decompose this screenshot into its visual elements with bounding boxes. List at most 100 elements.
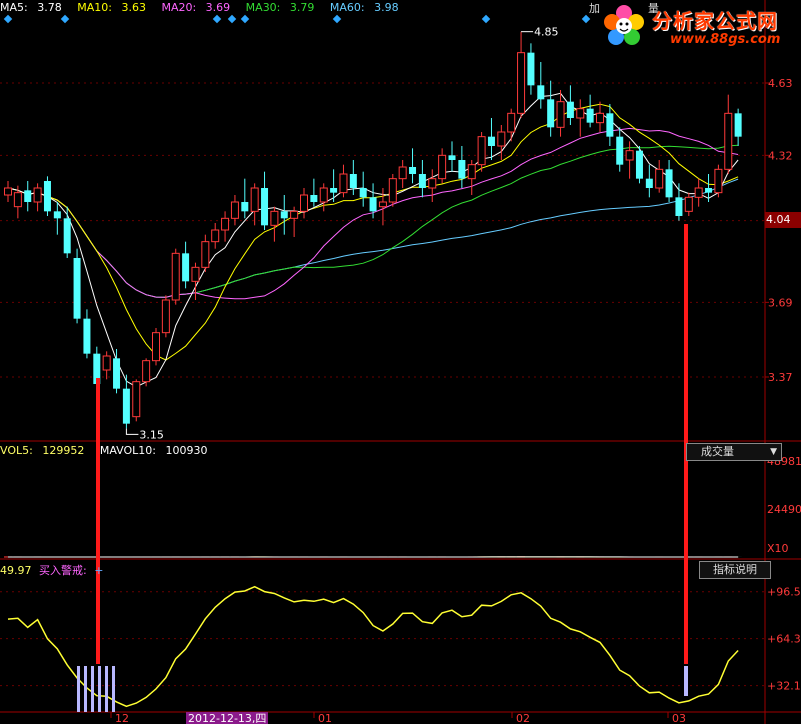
candle-body-down (53, 211, 61, 219)
buy-zone-bar (105, 666, 108, 712)
candle-body-up (556, 101, 565, 128)
candle-body-up (142, 360, 151, 383)
candle-body-up (201, 241, 210, 268)
signal-diamond-icon (212, 14, 222, 24)
low-annotation-pointer (125, 428, 139, 435)
candle-body-up (714, 168, 723, 194)
price-annotations: 4.85 3.15 (125, 26, 559, 441)
signal-diamond-icon (481, 14, 491, 24)
candle-body-up (13, 192, 22, 208)
candle-body-up (300, 194, 308, 212)
candlestick-series (4, 31, 742, 429)
candle-body-up (388, 178, 397, 203)
indicator-curve (7, 585, 739, 708)
current-price-tag: 4.04 (765, 212, 801, 228)
time-tick-label: 03 (672, 712, 686, 724)
buy-zone-bar (77, 666, 80, 712)
candle-body-down (645, 178, 653, 188)
candle-body-up (152, 332, 160, 362)
candle-body-up (684, 196, 693, 212)
candle-body-up (191, 266, 200, 282)
candle-body-down (586, 108, 594, 123)
candle-body-up (33, 187, 42, 203)
time-tick-label: 01 (318, 712, 332, 724)
candle-body-up (171, 252, 180, 301)
price-tick-label: 3.69 (768, 296, 793, 309)
ma5-legend: MA5: 3.78 (0, 1, 62, 14)
candle-body-down (547, 99, 555, 128)
candle-body-up (497, 131, 506, 147)
candle-body-down (359, 188, 367, 198)
buy-zone-bar (684, 666, 688, 696)
candle-body-up (655, 168, 664, 189)
candle-body-down (566, 101, 574, 118)
vol5-legend: VOL5: 129952 (0, 444, 85, 457)
candle-body-up (319, 187, 328, 203)
candle-body-down (537, 85, 545, 100)
ma-legend: MA5: 3.78 MA10: 3.63 MA20: 3.69 MA30: 3.… (0, 1, 411, 14)
volume-indicator-selector[interactable]: 成交量 ▼ (686, 443, 782, 461)
candle-body-up (102, 355, 111, 371)
signal-diamond-icon (581, 14, 591, 24)
candle-body-up (290, 210, 299, 219)
candle-body-up (230, 201, 239, 219)
ma60-legend: MA60: 3.98 (329, 1, 399, 14)
candle-body-down (418, 174, 426, 188)
indicator-value: 49.97 (0, 564, 32, 577)
buy-zone-bar (112, 666, 115, 712)
time-axis: 12 01 02 03 2012-12-13,四 (110, 712, 686, 724)
candle-body-up (428, 178, 437, 189)
candle-body-down (280, 211, 288, 219)
candle-body-down (487, 136, 495, 146)
highlight-date-label: 2012-12-13,四 (188, 712, 266, 724)
volume-legend: VOL5: 129952 MAVOL10: 100930 (0, 444, 219, 457)
candle-body-down (63, 218, 71, 254)
time-tick-label: 12 (115, 712, 129, 724)
candle-body-down (349, 174, 357, 188)
candle-body-up (596, 112, 604, 124)
candle-body-up (270, 210, 279, 226)
chart-window: { "chart_data": { "type": "candlestick",… (0, 0, 801, 724)
signal-diamond-icon (227, 14, 237, 24)
candle-body-down (122, 388, 130, 424)
candle-body-up (221, 217, 230, 231)
candle-body-up (625, 150, 634, 161)
price-axis: 4.634.323.693.37489814244907X10+96.52+64… (765, 77, 801, 693)
flower-logo-icon (604, 5, 644, 45)
ma20-legend: MA20: 3.69 (161, 1, 231, 14)
candle-body-down (458, 160, 466, 179)
logo-url-text: www.88gs.com (670, 32, 781, 47)
time-tick-label: 02 (516, 712, 530, 724)
signal-diamond-icon (240, 14, 250, 24)
candle-body-up (132, 381, 141, 418)
mavol10-legend: MAVOL10: 100930 (99, 444, 208, 457)
price-tick-label: 4.63 (768, 77, 793, 90)
buy-zone-bar (91, 666, 94, 712)
candle-body-down (241, 202, 249, 212)
candle-body-down (527, 52, 535, 86)
candle-body-down (448, 155, 456, 160)
add-icon[interactable]: 加 (589, 0, 600, 16)
buy-zone-bar (98, 666, 101, 712)
candle-body-up (576, 108, 585, 119)
candle-body-up (517, 52, 526, 114)
ma30-line (7, 144, 739, 298)
candle-body-up (477, 136, 486, 166)
moving-average-lines (7, 92, 739, 388)
candle-body-down (675, 197, 683, 216)
indicator-help-button[interactable]: 指标说明 (699, 561, 771, 579)
candle-body-up (724, 112, 733, 170)
volume-tick-label: 244907 (767, 503, 801, 516)
candle-body-down (705, 188, 713, 193)
indicator-name: 买入警戒: (39, 564, 87, 577)
candle-body-down (43, 181, 51, 212)
price-tick-label: 4.32 (768, 149, 793, 162)
ma10-legend: MA10: 3.63 (77, 1, 146, 14)
candle-body-up (378, 201, 387, 208)
candle-body-down (734, 113, 742, 137)
site-logo: 分析家公式网 www.88gs.com (600, 2, 800, 50)
candle-body-down (606, 113, 614, 137)
indicator-legend: 49.97 买入警戒: + (0, 562, 107, 578)
candle-body-up (161, 299, 170, 334)
ma30-legend: MA30: 3.79 (245, 1, 315, 14)
